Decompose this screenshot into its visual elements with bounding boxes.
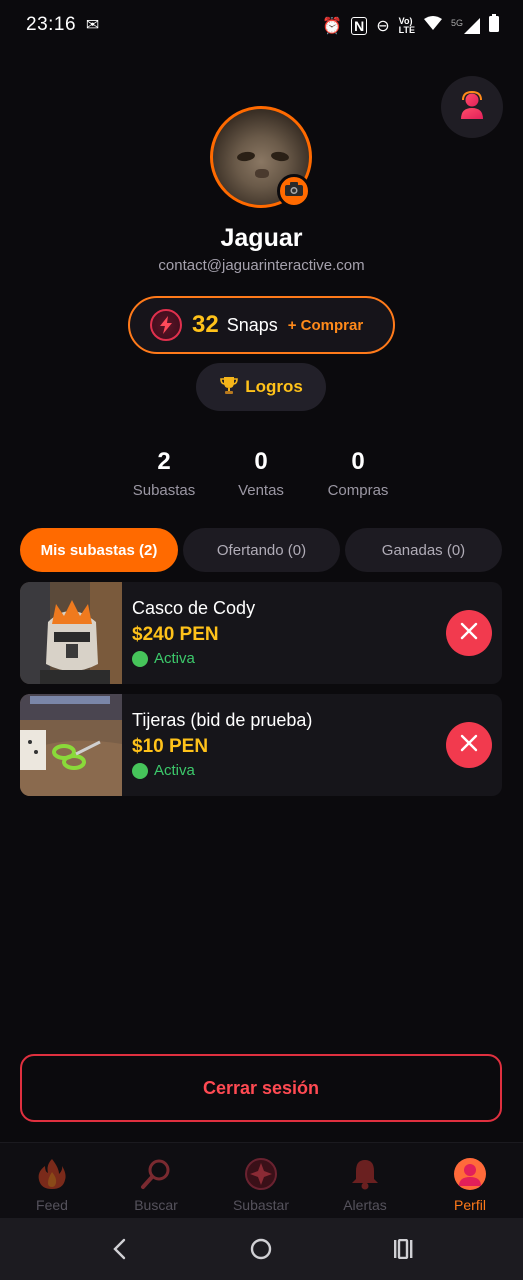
close-icon: [460, 734, 478, 757]
dnd-icon: ⊖: [376, 17, 390, 35]
lightning-icon: [150, 309, 182, 341]
auction-price: $240 PEN: [132, 624, 219, 645]
user-email: contact@jaguarinteractive.com: [158, 257, 365, 274]
stat-value: 0: [254, 448, 268, 475]
alarm-icon: ⏰: [322, 17, 343, 35]
network-type-label: 5G: [450, 17, 463, 28]
volte-icon: Vo) LTE: [398, 15, 415, 35]
auction-price: $10 PEN: [132, 736, 209, 757]
auction-icon: [244, 1157, 278, 1191]
status-icons: ⏰ N ⊖ Vo) LTE 5G: [322, 14, 499, 37]
stat-label: Ventas: [238, 482, 284, 499]
nav-search[interactable]: Buscar: [116, 1157, 196, 1213]
nav-label: Alertas: [343, 1197, 387, 1213]
bell-icon: [348, 1157, 382, 1191]
signal-icon: 5G: [450, 17, 480, 34]
tab-won[interactable]: Ganadas (0): [345, 528, 502, 572]
change-photo-button[interactable]: [277, 174, 311, 208]
logout-button[interactable]: Cerrar sesión: [20, 1054, 502, 1122]
search-icon: [139, 1157, 173, 1191]
status-time: 23:16 ✉: [26, 14, 100, 35]
nfc-icon: N: [351, 16, 368, 35]
bottom-navigation: Feed Buscar Subastar Alertas Perfil: [0, 1142, 523, 1218]
nav-alerts[interactable]: Alertas: [325, 1157, 405, 1213]
stat-label: Subastas: [132, 482, 196, 499]
tab-bidding[interactable]: Ofertando (0): [183, 528, 340, 572]
avatar-detail: [236, 150, 256, 163]
stat-value: 2: [157, 448, 171, 475]
auction-card[interactable]: Casco de Cody $240 PEN Activa: [20, 582, 502, 684]
auction-status-label: Activa: [154, 650, 195, 667]
status-dot-icon: [132, 650, 148, 667]
avatar-detail: [270, 150, 290, 163]
nav-auction[interactable]: Subastar: [221, 1157, 301, 1213]
close-icon: [460, 622, 478, 645]
snaps-balance-pill[interactable]: 32 Snaps + Comprar: [128, 296, 395, 354]
nav-label: Buscar: [134, 1197, 178, 1213]
achievements-label: Logros: [245, 377, 303, 396]
home-icon[interactable]: [248, 1236, 274, 1262]
battery-icon: [489, 14, 499, 37]
back-icon[interactable]: [106, 1236, 132, 1262]
status-dot-icon: [132, 762, 148, 779]
buy-snaps-link[interactable]: + Comprar: [288, 317, 363, 334]
auction-title: Tijeras (bid de prueba): [132, 710, 313, 730]
stat-auctions: 2 Subastas: [124, 448, 204, 499]
wifi-icon: [423, 16, 442, 35]
stat-label: Compras: [327, 482, 389, 499]
auction-status: Activa: [132, 650, 195, 667]
auction-status-label: Activa: [154, 762, 195, 779]
trophy-icon: [219, 375, 239, 400]
snaps-label: Snaps: [226, 314, 278, 335]
auction-status: Activa: [132, 762, 195, 779]
nav-label: Perfil: [454, 1197, 486, 1213]
stat-sales: 0 Ventas: [221, 448, 301, 499]
auction-title: Casco de Cody: [132, 598, 256, 618]
gmail-icon: ✉: [85, 17, 100, 34]
avatar-detail: [255, 169, 269, 178]
user-name: Jaguar: [220, 224, 303, 252]
delete-auction-button[interactable]: [446, 722, 492, 768]
system-navigation-bar: [0, 1218, 523, 1280]
camera-icon: [285, 181, 303, 201]
tab-my-auctions[interactable]: Mis subastas (2): [20, 528, 178, 572]
stat-purchases: 0 Compras: [318, 448, 398, 499]
nav-label: Feed: [36, 1197, 68, 1213]
nav-feed[interactable]: Feed: [12, 1157, 92, 1213]
nav-profile[interactable]: Perfil: [430, 1157, 510, 1213]
support-agent-icon: [456, 89, 488, 126]
achievements-button[interactable]: Logros: [196, 363, 326, 411]
stat-value: 0: [351, 448, 365, 475]
profile-icon: [453, 1157, 487, 1191]
recents-icon[interactable]: [390, 1236, 416, 1262]
snaps-count: 32: [192, 311, 219, 338]
auction-thumbnail: [20, 582, 122, 684]
support-button[interactable]: [441, 76, 503, 138]
flame-icon: [35, 1157, 69, 1191]
auction-thumbnail: [20, 694, 122, 796]
nav-label: Subastar: [232, 1197, 290, 1213]
delete-auction-button[interactable]: [446, 610, 492, 656]
auction-card[interactable]: Tijeras (bid de prueba) $10 PEN Activa: [20, 694, 502, 796]
